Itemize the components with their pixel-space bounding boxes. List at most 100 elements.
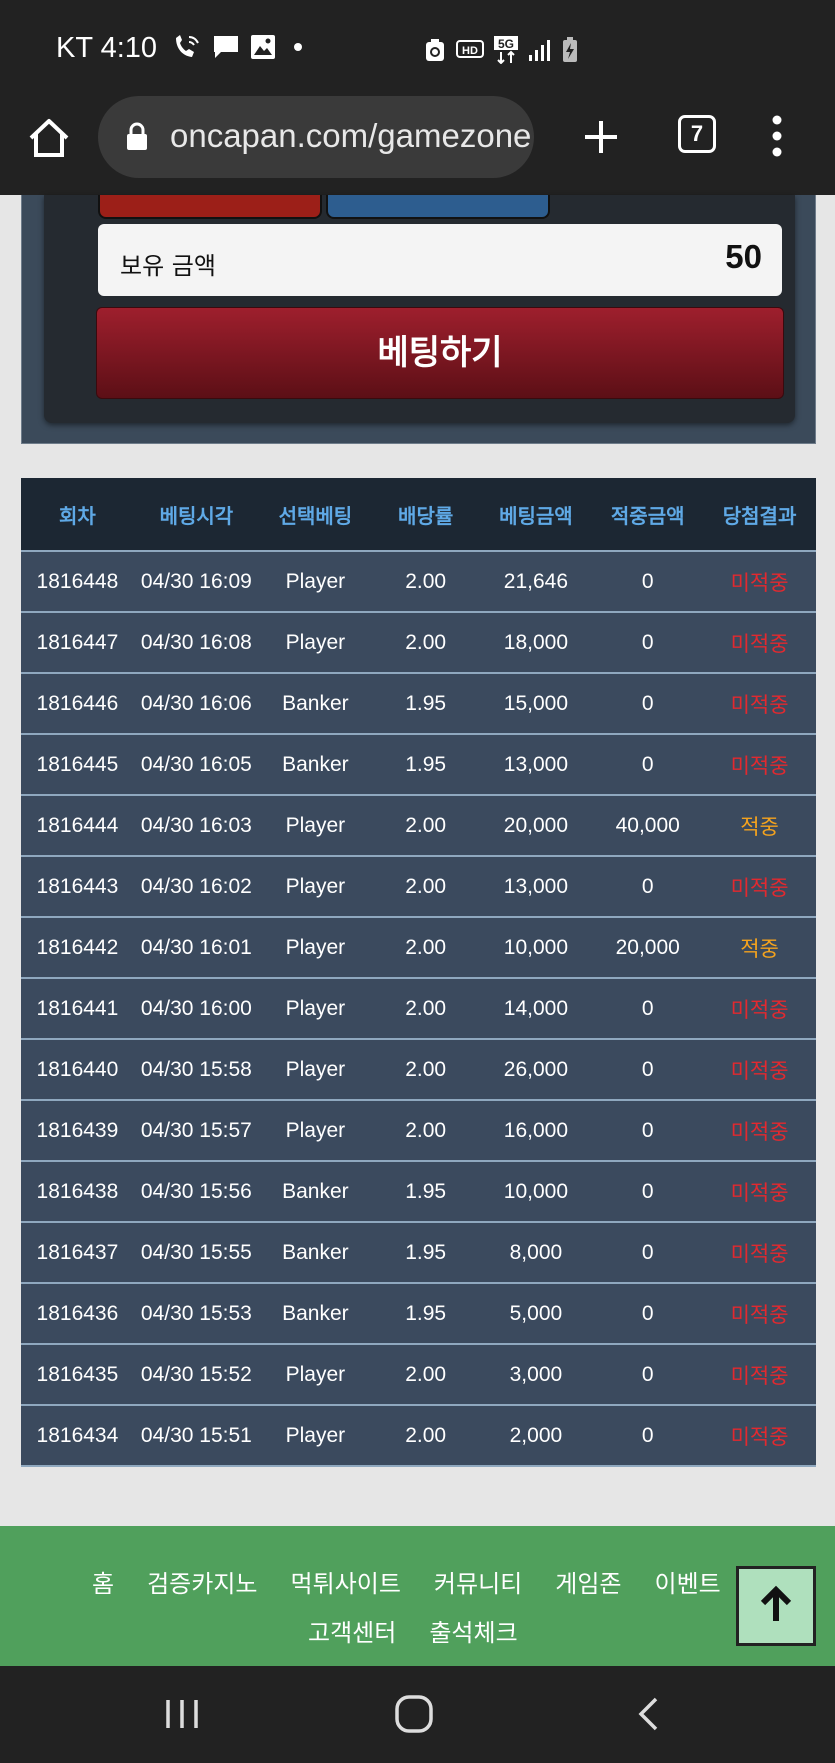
cell-time: 04/30 15:53	[133, 1282, 259, 1344]
cell-result: 미적중	[703, 1404, 816, 1467]
cell-win-amount: 0	[592, 1404, 704, 1467]
footer-link-gamezone[interactable]: 게임존	[555, 1564, 621, 1599]
status-time: KT 4:10	[56, 32, 158, 64]
col-header-odds: 배당률	[371, 478, 480, 551]
recents-icon[interactable]	[164, 1696, 200, 1732]
cell-win-amount: 20,000	[592, 916, 704, 978]
cell-bet-amount: 2,000	[479, 1404, 593, 1467]
home-icon[interactable]	[26, 115, 72, 161]
footer-link-attendance[interactable]: 출석체크	[429, 1613, 517, 1648]
cell-round: 1816448	[21, 550, 134, 612]
cell-bet-amount: 5,000	[479, 1282, 593, 1344]
cell-time: 04/30 15:51	[133, 1404, 259, 1467]
cell-result: 미적중	[703, 672, 816, 734]
cell-win-amount: 40,000	[592, 794, 704, 856]
cell-choice: Player	[258, 1099, 372, 1161]
system-nav-bar	[0, 1666, 835, 1763]
col-header-choice: 선택베팅	[258, 478, 372, 551]
table-row: 1816446 04/30 16:06 Banker 1.95 15,000 0 미적중	[21, 672, 816, 734]
table-row: 1816437 04/30 15:55 Banker 1.95 8,000 0 미적중	[21, 1221, 816, 1283]
footer-link-customer-center[interactable]: 고객센터	[308, 1613, 396, 1648]
cell-bet-amount: 13,000	[479, 855, 593, 917]
cell-time: 04/30 15:56	[133, 1160, 259, 1222]
url-text[interactable]: oncapan.com/gamezone	[170, 117, 531, 155]
cell-time: 04/30 16:08	[133, 611, 259, 673]
table-row: 1816447 04/30 16:08 Player 2.00 18,000 0 미적중	[21, 611, 816, 673]
home-circle-icon[interactable]	[394, 1694, 434, 1734]
cell-choice: Player	[258, 1343, 372, 1405]
cell-odds: 2.00	[371, 550, 480, 612]
recycle-icon	[426, 39, 444, 61]
cell-round: 1816437	[21, 1221, 134, 1283]
cell-bet-amount: 8,000	[479, 1221, 593, 1283]
cell-choice: Banker	[258, 1221, 372, 1283]
browser-toolbar: oncapan.com/gamezone 7	[0, 90, 835, 195]
cell-result: 적중	[703, 794, 816, 856]
cell-odds: 1.95	[371, 1160, 480, 1222]
cell-time: 04/30 16:05	[133, 733, 259, 795]
tabs-icon[interactable]: 7	[678, 115, 716, 153]
cell-result: 미적중	[703, 1099, 816, 1161]
cell-bet-amount: 21,646	[479, 550, 593, 612]
cell-bet-amount: 13,000	[479, 733, 593, 795]
cell-round: 1816436	[21, 1282, 134, 1344]
address-bar[interactable]: oncapan.com/gamezone	[98, 96, 534, 178]
table-row: 1816434 04/30 15:51 Player 2.00 2,000 0 미적중	[21, 1404, 816, 1467]
table-row: 1816436 04/30 15:53 Banker 1.95 5,000 0 미적중	[21, 1282, 816, 1344]
table-row: 1816439 04/30 15:57 Player 2.00 16,000 0 미적중	[21, 1099, 816, 1161]
table-row: 1816441 04/30 16:00 Player 2.00 14,000 0 미적중	[21, 977, 816, 1039]
cell-bet-amount: 18,000	[479, 611, 593, 673]
cell-odds: 2.00	[371, 794, 480, 856]
cell-win-amount: 0	[592, 1099, 704, 1161]
footer-link-community[interactable]: 커뮤니티	[434, 1564, 522, 1599]
cell-bet-amount: 3,000	[479, 1343, 593, 1405]
table-row: 1816442 04/30 16:01 Player 2.00 10,000 20,000…	[21, 916, 816, 978]
cell-win-amount: 0	[592, 611, 704, 673]
cell-round: 1816441	[21, 977, 134, 1039]
cell-choice: Player	[258, 977, 372, 1039]
table-row: 1816444 04/30 16:03 Player 2.00 20,000 40,000…	[21, 794, 816, 856]
cell-time: 04/30 16:06	[133, 672, 259, 734]
dot-icon	[294, 43, 302, 51]
cell-round: 1816444	[21, 794, 134, 856]
back-icon[interactable]	[636, 1696, 660, 1732]
cell-bet-amount: 14,000	[479, 977, 593, 1039]
col-header-round: 회차	[21, 478, 134, 551]
bet-history-table: 회차 베팅시각 선택베팅 배당률 베팅금액 적중금액 당첨결과 1816448 0…	[21, 478, 816, 1467]
gallery-icon	[251, 35, 275, 59]
col-header-time: 베팅시각	[133, 478, 259, 551]
cell-bet-amount: 10,000	[479, 916, 593, 978]
cell-odds: 1.95	[371, 733, 480, 795]
battery-charging-icon	[563, 37, 577, 62]
more-vert-icon[interactable]	[770, 114, 784, 158]
cell-round: 1816435	[21, 1343, 134, 1405]
cell-result: 미적중	[703, 1343, 816, 1405]
cell-bet-amount: 10,000	[479, 1160, 593, 1222]
status-left-icons	[172, 34, 306, 60]
footer-link-events[interactable]: 이벤트	[654, 1564, 720, 1599]
bet-button[interactable]: 베팅하기	[96, 307, 784, 399]
cell-win-amount: 0	[592, 550, 704, 612]
plus-icon[interactable]	[582, 118, 620, 156]
bet-option-blue-button[interactable]	[326, 195, 550, 219]
message-icon	[214, 36, 238, 58]
scroll-top-button[interactable]	[736, 1566, 816, 1646]
footer-link-verified-casino[interactable]: 검증카지노	[147, 1564, 257, 1599]
cell-time: 04/30 16:00	[133, 977, 259, 1039]
hd-icon: HD	[456, 40, 484, 58]
cell-odds: 2.00	[371, 1343, 480, 1405]
cell-result: 적중	[703, 916, 816, 978]
cell-odds: 2.00	[371, 1404, 480, 1467]
cell-result: 미적중	[703, 855, 816, 917]
lock-icon[interactable]	[126, 122, 148, 152]
cell-round: 1816446	[21, 672, 134, 734]
cell-choice: Player	[258, 1038, 372, 1100]
cell-odds: 1.95	[371, 672, 480, 734]
cell-win-amount: 0	[592, 1343, 704, 1405]
footer-link-scam-sites[interactable]: 먹튀사이트	[291, 1564, 401, 1599]
bet-option-red-button[interactable]	[98, 195, 322, 219]
footer-link-home[interactable]: 홈	[92, 1564, 114, 1599]
cell-odds: 2.00	[371, 855, 480, 917]
cell-round: 1816439	[21, 1099, 134, 1161]
bet-panel-inner: 보유 금액 50 베팅하기	[44, 195, 795, 423]
